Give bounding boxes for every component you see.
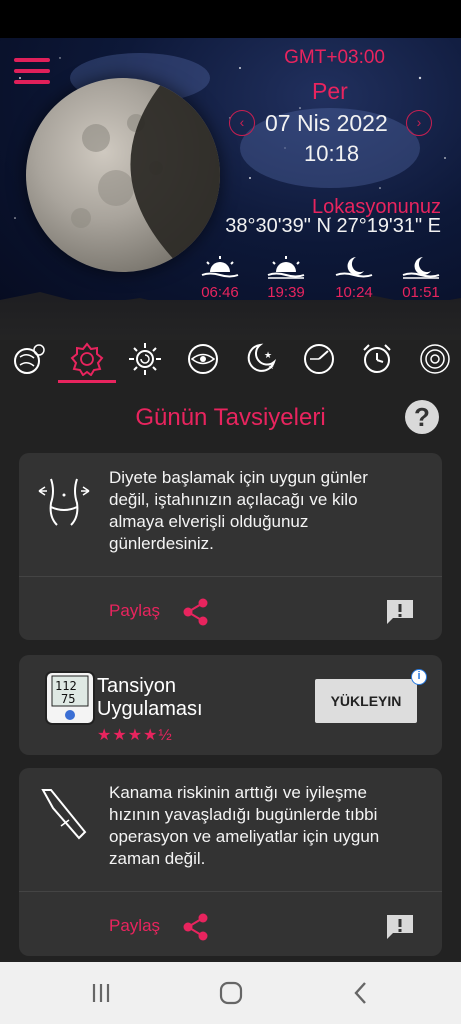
coordinates: 38°30'39" N 27°19'31" E [225, 215, 441, 237]
sunset-event: 19:39 [259, 254, 313, 301]
moonrise-time: 10:24 [335, 284, 373, 301]
ad-info-icon[interactable]: i [411, 669, 427, 685]
date-label: 07 Nis 2022 [265, 110, 388, 136]
share-icon[interactable] [183, 913, 209, 941]
moonset-time: 01:51 [402, 284, 440, 301]
spiral-icon[interactable] [418, 342, 452, 376]
ad-rating-stars: ★★★★½ [97, 727, 173, 744]
back-icon[interactable] [348, 980, 374, 1006]
share-icon[interactable] [183, 598, 209, 626]
sunrise-time: 06:46 [201, 284, 239, 301]
sunset-time: 19:39 [267, 284, 305, 301]
category-tabs: ★ ★ [0, 334, 461, 384]
previous-day-button[interactable]: ‹ [229, 110, 255, 136]
sun-spiral-icon[interactable] [128, 342, 162, 376]
advice-text: Diyete başlamak için uygun günler değil,… [109, 468, 368, 553]
time-label: 10:18 [304, 141, 360, 166]
thumb-diastolic: 75 [61, 692, 75, 706]
system-navigation-bar [0, 962, 461, 1024]
day-label: Per [312, 78, 348, 104]
share-link[interactable]: Paylaş [109, 916, 160, 936]
compass-icon[interactable] [302, 342, 336, 376]
moonset-icon [402, 257, 440, 279]
active-tab-indicator [58, 380, 116, 383]
report-icon[interactable] [385, 598, 415, 626]
body-diet-icon [38, 478, 90, 526]
help-icon[interactable]: ? [405, 400, 439, 434]
alarm-clock-icon[interactable] [360, 342, 394, 376]
zodiac-badge-icon[interactable] [70, 342, 104, 376]
moonset-event: 01:51 [394, 254, 448, 301]
thumb-systolic: 112 [55, 679, 77, 693]
planet-signs-icon[interactable] [12, 342, 46, 376]
recent-apps-icon[interactable] [88, 980, 114, 1006]
moonrise-icon [335, 257, 373, 278]
card-divider [19, 576, 442, 577]
ad-banner[interactable]: 112 75 Tansiyon Uygulaması ★★★★½ YÜKLEYI… [19, 655, 442, 755]
advice-card: Kanama riskinin arttığı ve iyileşme hızı… [19, 768, 442, 956]
sunset-icon [267, 256, 305, 279]
advice-text: Kanama riskinin arttığı ve iyileşme hızı… [109, 783, 380, 868]
install-button[interactable]: YÜKLEYIN [315, 679, 417, 723]
ad-title: Tansiyon Uygulaması [97, 675, 203, 720]
moon-stars-icon[interactable]: ★★ [244, 342, 278, 376]
section-title: Günün Tavsiyeleri [135, 404, 326, 431]
home-icon[interactable] [218, 980, 244, 1006]
blood-pressure-monitor-icon: 112 75 [45, 671, 95, 725]
share-link[interactable]: Paylaş [109, 601, 160, 621]
timezone-label: GMT+03:00 [284, 47, 385, 68]
eye-icon[interactable] [186, 342, 220, 376]
sunrise-icon [201, 256, 239, 278]
next-day-button[interactable]: › [406, 110, 432, 136]
advice-card: Diyete başlamak için uygun günler değil,… [19, 453, 442, 640]
moonrise-event: 10:24 [327, 254, 381, 301]
card-divider [19, 891, 442, 892]
report-icon[interactable] [385, 913, 415, 941]
sunrise-event: 06:46 [193, 254, 247, 301]
svg-text:★: ★ [264, 350, 272, 360]
status-bar [0, 0, 461, 38]
svg-text:★: ★ [268, 363, 274, 371]
scalpel-icon [41, 789, 87, 840]
moon-phase-image [26, 78, 220, 272]
